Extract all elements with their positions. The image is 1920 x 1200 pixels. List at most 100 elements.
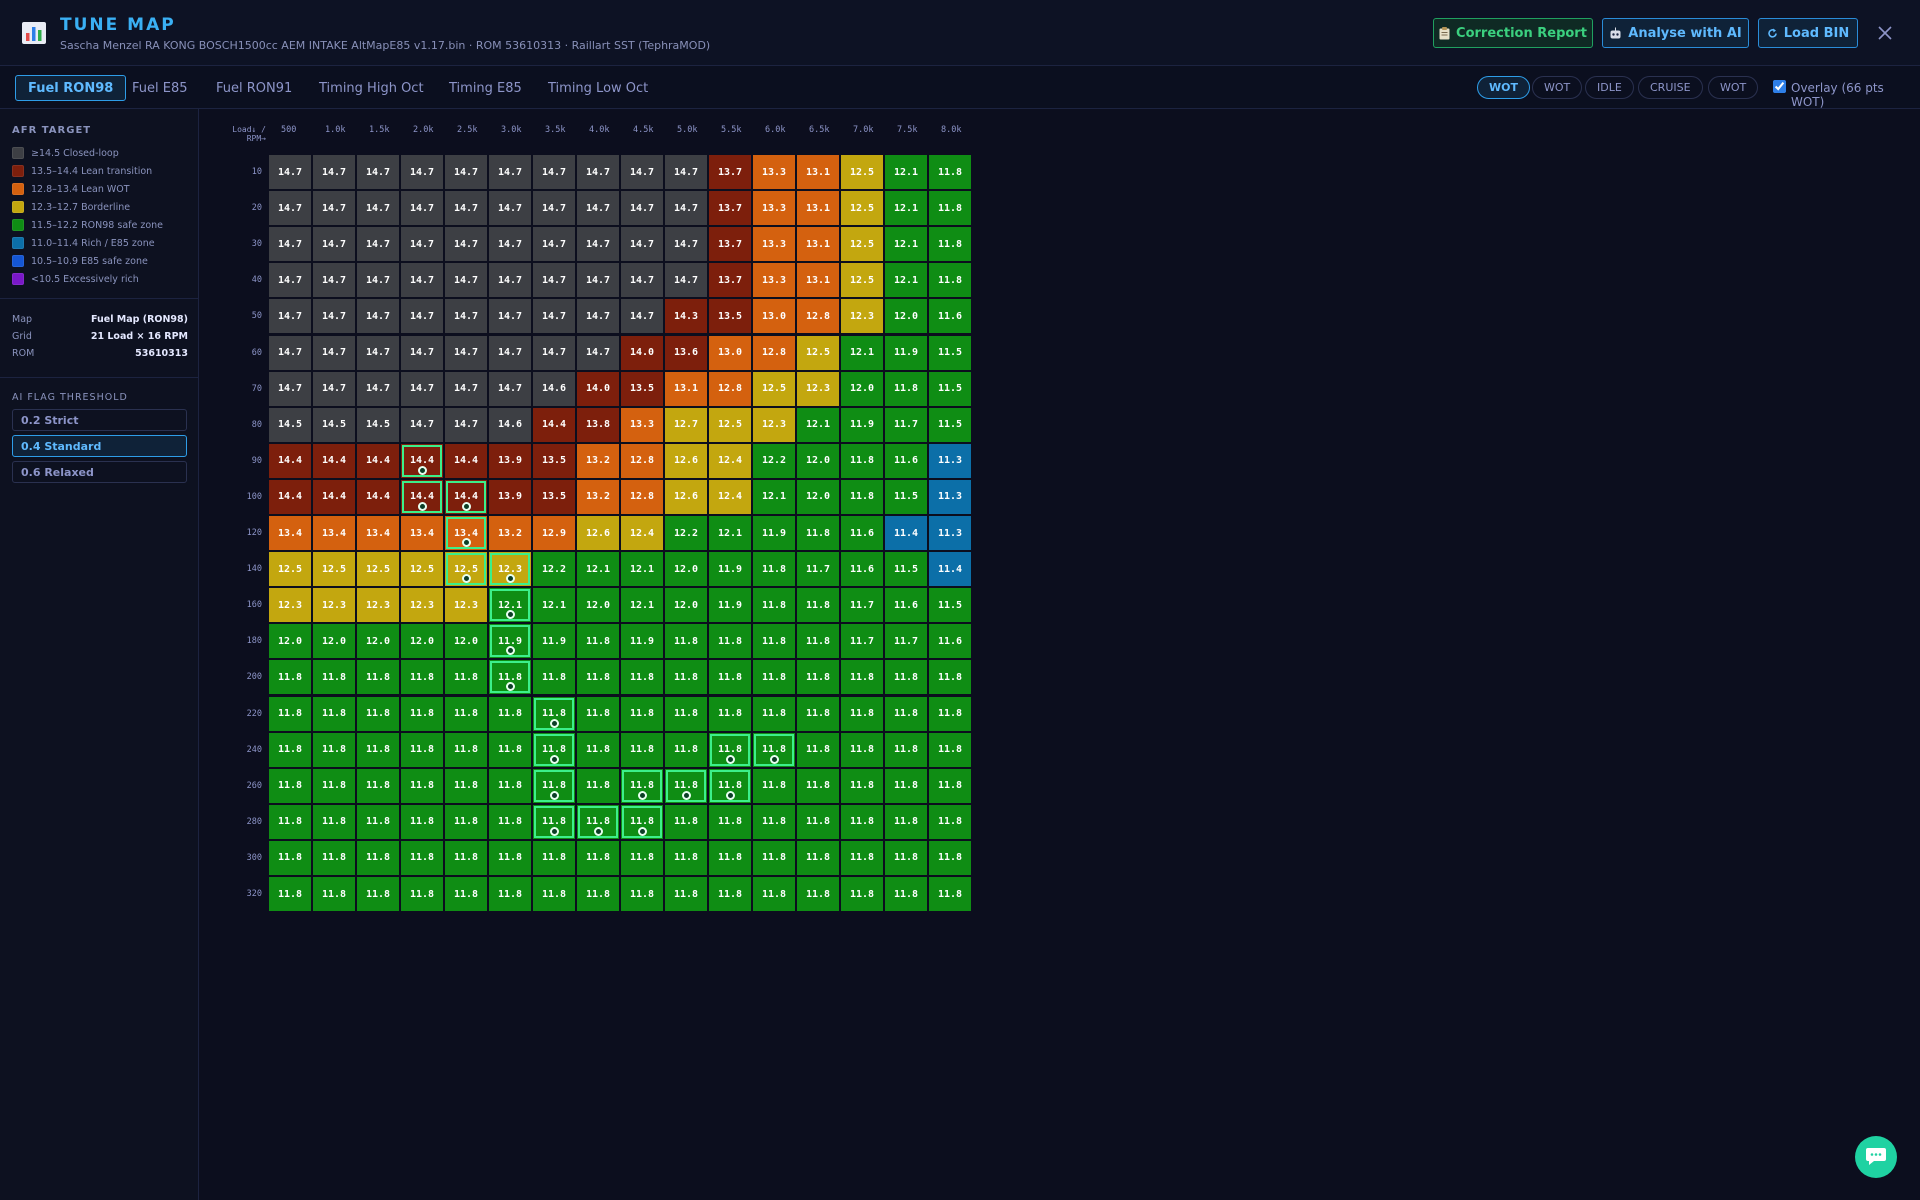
map-cell[interactable]: 12.6 <box>665 479 707 514</box>
map-cell[interactable]: 11.8 <box>885 732 927 767</box>
map-cell[interactable]: 11.8 <box>841 732 883 767</box>
map-cell[interactable]: 11.8 <box>841 804 883 839</box>
map-cell[interactable]: 11.8 <box>533 840 575 875</box>
flagged-map-cell[interactable]: 12.5 <box>445 552 487 587</box>
map-cell[interactable]: 13.1 <box>665 371 707 406</box>
map-cell[interactable]: 11.8 <box>753 768 795 803</box>
map-cell[interactable]: 11.8 <box>929 840 971 875</box>
map-cell[interactable]: 11.5 <box>885 479 927 514</box>
map-cell[interactable]: 14.7 <box>313 155 355 189</box>
map-cell[interactable]: 11.8 <box>269 660 311 695</box>
map-cell[interactable]: 12.5 <box>841 155 883 189</box>
map-cell[interactable]: 11.8 <box>885 877 927 911</box>
overlay-checkbox[interactable] <box>1773 80 1786 93</box>
map-cell[interactable]: 11.9 <box>621 624 663 659</box>
flagged-map-cell[interactable]: 11.8 <box>577 804 619 839</box>
map-cell[interactable]: 12.4 <box>709 479 751 514</box>
map-cell[interactable]: 11.8 <box>885 768 927 803</box>
map-cell[interactable]: 11.8 <box>489 804 531 839</box>
map-cell[interactable]: 14.7 <box>445 299 487 334</box>
map-cell[interactable]: 11.3 <box>929 479 971 514</box>
map-cell[interactable]: 11.8 <box>357 660 399 695</box>
map-cell[interactable]: 14.4 <box>269 479 311 514</box>
map-cell[interactable]: 11.7 <box>841 588 883 623</box>
map-cell[interactable]: 11.8 <box>929 696 971 731</box>
map-cell[interactable]: 12.7 <box>665 407 707 442</box>
map-cell[interactable]: 12.8 <box>709 371 751 406</box>
map-cell[interactable]: 13.4 <box>269 516 311 550</box>
map-cell[interactable]: 14.7 <box>533 335 575 370</box>
map-cell[interactable]: 12.8 <box>621 479 663 514</box>
map-cell[interactable]: 11.9 <box>885 335 927 370</box>
map-cell[interactable]: 12.1 <box>797 407 839 442</box>
map-cell[interactable]: 12.2 <box>665 516 707 550</box>
map-cell[interactable]: 14.7 <box>401 191 443 226</box>
flagged-map-cell[interactable]: 12.3 <box>489 552 531 587</box>
flagged-map-cell[interactable]: 11.8 <box>489 660 531 695</box>
map-cell[interactable]: 14.4 <box>357 443 399 478</box>
map-cell[interactable]: 11.8 <box>357 768 399 803</box>
map-cell[interactable]: 14.6 <box>489 407 531 442</box>
map-cell[interactable]: 11.8 <box>401 660 443 695</box>
map-cell[interactable]: 14.7 <box>665 263 707 298</box>
flagged-map-cell[interactable]: 11.8 <box>709 768 751 803</box>
map-cell[interactable]: 11.8 <box>709 877 751 911</box>
tab-timing-e85[interactable]: Timing E85 <box>436 75 535 101</box>
correction-report-button[interactable]: Correction Report <box>1433 18 1593 48</box>
map-cell[interactable]: 11.8 <box>313 696 355 731</box>
map-cell[interactable]: 11.8 <box>753 804 795 839</box>
map-cell[interactable]: 12.0 <box>665 588 707 623</box>
map-cell[interactable]: 11.6 <box>841 516 883 550</box>
map-cell[interactable]: 11.8 <box>621 696 663 731</box>
map-cell[interactable]: 11.8 <box>753 696 795 731</box>
map-cell[interactable]: 14.0 <box>621 335 663 370</box>
map-cell[interactable]: 11.8 <box>797 840 839 875</box>
tab-fuel-e85[interactable]: Fuel E85 <box>119 75 201 101</box>
flagged-map-cell[interactable]: 11.8 <box>621 768 663 803</box>
map-cell[interactable]: 11.8 <box>445 804 487 839</box>
map-cell[interactable]: 12.5 <box>401 552 443 587</box>
flagged-map-cell[interactable]: 11.8 <box>533 732 575 767</box>
map-cell[interactable]: 11.8 <box>269 877 311 911</box>
tab-fuel-ron98[interactable]: Fuel RON98 <box>15 75 127 101</box>
map-cell[interactable]: 12.0 <box>841 371 883 406</box>
map-cell[interactable]: 13.2 <box>489 516 531 550</box>
map-cell[interactable]: 11.8 <box>709 660 751 695</box>
flagged-map-cell[interactable]: 13.4 <box>445 516 487 550</box>
map-cell[interactable]: 11.8 <box>269 804 311 839</box>
map-cell[interactable]: 11.8 <box>357 732 399 767</box>
map-cell[interactable]: 11.6 <box>885 588 927 623</box>
map-cell[interactable]: 14.7 <box>269 191 311 226</box>
map-cell[interactable]: 14.7 <box>665 227 707 262</box>
map-cell[interactable]: 11.8 <box>797 732 839 767</box>
map-cell[interactable]: 11.8 <box>357 840 399 875</box>
map-cell[interactable]: 14.4 <box>445 443 487 478</box>
map-cell[interactable]: 14.7 <box>577 227 619 262</box>
map-cell[interactable]: 11.8 <box>709 804 751 839</box>
map-cell[interactable]: 11.4 <box>929 552 971 587</box>
map-cell[interactable]: 12.5 <box>841 191 883 226</box>
map-cell[interactable]: 11.8 <box>313 804 355 839</box>
map-cell[interactable]: 11.8 <box>885 660 927 695</box>
map-cell[interactable]: 11.8 <box>269 696 311 731</box>
map-cell[interactable]: 14.4 <box>313 479 355 514</box>
map-cell[interactable]: 13.1 <box>797 191 839 226</box>
map-cell[interactable]: 13.4 <box>401 516 443 550</box>
map-cell[interactable]: 11.8 <box>445 660 487 695</box>
map-cell[interactable]: 12.0 <box>357 624 399 659</box>
map-cell[interactable]: 11.8 <box>577 732 619 767</box>
flagged-map-cell[interactable]: 12.1 <box>489 588 531 623</box>
map-cell[interactable]: 11.8 <box>313 660 355 695</box>
map-cell[interactable]: 11.8 <box>929 660 971 695</box>
map-cell[interactable]: 14.7 <box>621 227 663 262</box>
map-cell[interactable]: 12.0 <box>797 479 839 514</box>
flagged-map-cell[interactable]: 14.4 <box>401 443 443 478</box>
map-cell[interactable]: 13.1 <box>797 155 839 189</box>
map-cell[interactable]: 11.8 <box>621 840 663 875</box>
threshold-relaxed-button[interactable]: 0.6 Relaxed <box>12 461 187 483</box>
map-cell[interactable]: 14.7 <box>577 299 619 334</box>
map-cell[interactable]: 12.3 <box>841 299 883 334</box>
map-cell[interactable]: 12.1 <box>841 335 883 370</box>
map-cell[interactable]: 11.8 <box>577 660 619 695</box>
threshold-strict-button[interactable]: 0.2 Strict <box>12 409 187 431</box>
